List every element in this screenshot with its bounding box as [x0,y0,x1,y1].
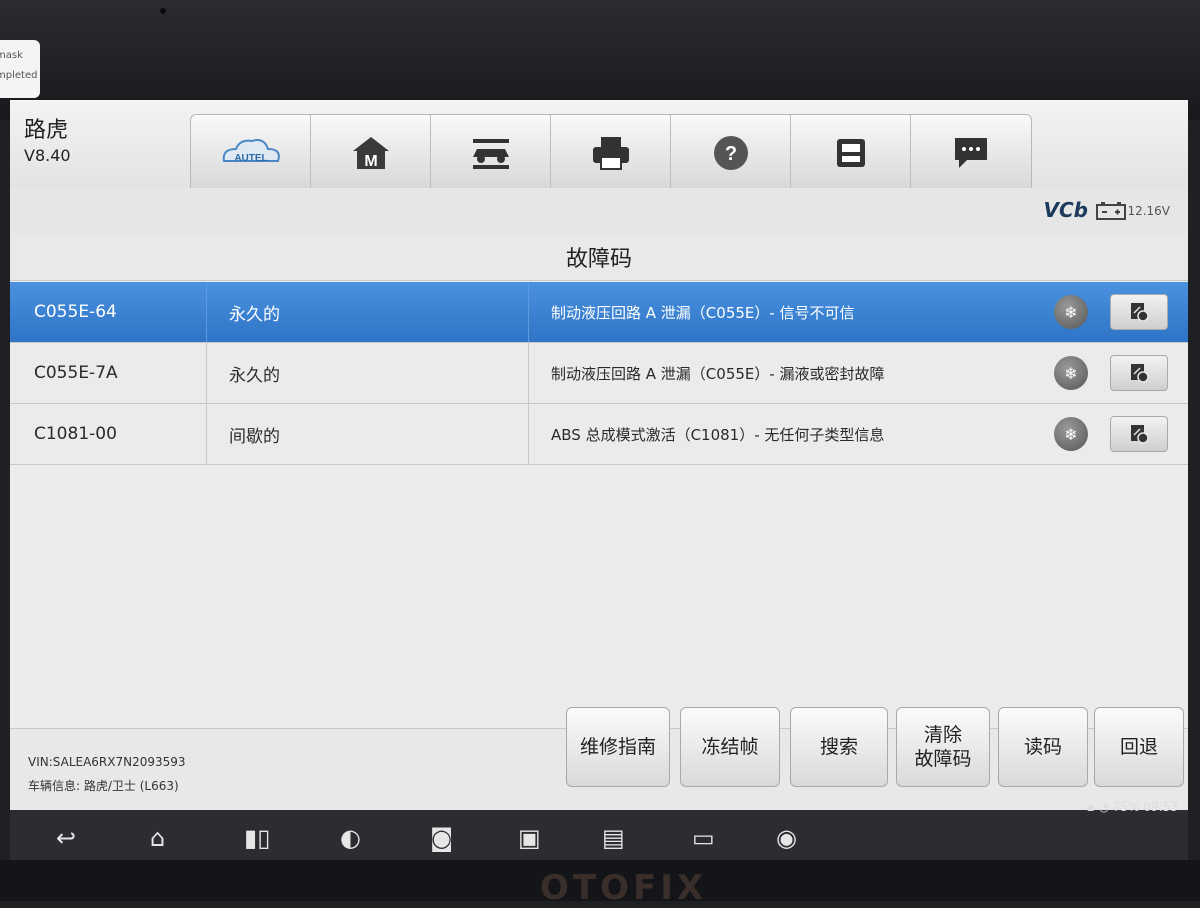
camera-dot [160,8,166,14]
freeze-frame-icon[interactable]: ❄ [1054,356,1088,390]
wrench-doc-icon [1131,303,1149,322]
battery-icon [1096,202,1126,220]
battery-voltage: 12.16V [1127,204,1170,218]
page-title-bar: 故障码 [10,234,1188,281]
home-button[interactable]: M [311,115,431,191]
android-nav-bar: ▪ ◔ 75% 09:53 ↩ ⌂ ▮▯ ◐ ◙ ▣ ▤ ▭ ◉ [10,800,1188,860]
user-icon[interactable]: ◉ [776,826,797,850]
search-button[interactable]: 搜索 [790,707,888,787]
print-icon [592,137,629,170]
clear-dtc-button[interactable]: 清除 故障码 [896,707,990,787]
battery-percent: 75% [1112,800,1140,814]
help-icon: ? [713,136,748,170]
app-version: V8.40 [24,146,71,165]
home-nav-icon[interactable]: ⌂ [150,826,165,850]
dtc-code: C1081-00 [34,424,117,444]
freeze-frame-icon[interactable]: ❄ [1054,295,1088,329]
dtc-table: C055E-64 永久的 制动液压回路 A 泄漏（C055E）- 信号不可信 ❄… [10,282,1188,465]
svg-text:AUTEL: AUTEL [234,153,267,164]
notification-icon: ▪ [1086,800,1095,814]
read-dtc-button[interactable]: 读码 [998,707,1088,787]
wrench-doc-icon [1131,364,1149,383]
camera-icon[interactable]: ◙ [430,826,453,850]
clear-dtc-label-line2: 故障码 [914,748,972,770]
vehicle-lift-button[interactable] [431,115,551,191]
dtc-description: 制动液压回路 A 泄漏（C055E）- 信号不可信 [528,282,1048,342]
recent-apps-icon[interactable]: ▮▯ [244,826,270,850]
diagnostic-tool-icon[interactable]: ▣ [518,826,541,850]
dtc-row[interactable]: C055E-7A 永久的 制动液压回路 A 泄漏（C055E）- 漏液或密封故障… [10,343,1188,404]
footer-bar: VIN:SALEA6RX7N2093593 车辆信息: 路虎/卫士 (L663)… [10,707,1188,811]
dtc-help-button[interactable] [1110,355,1168,391]
clear-dtc-label-line1: 清除 [923,724,962,746]
status-strip: VCb 12.16V [10,188,1188,235]
app-header: 路虎 V8.40 AUTEL M ? [10,100,1188,192]
dtc-status: 间歇的 [206,404,528,464]
vehicle-info-label: 车辆信息: 路虎/卫士 (L663) [28,779,179,793]
svg-text:M: M [364,153,377,170]
vci-status: VCb [1043,198,1088,222]
message-button[interactable] [911,115,1031,191]
dtc-status: 永久的 [206,343,528,403]
device-brand: OTOFIX [540,868,708,908]
toast-line-2: mpleted [0,70,38,81]
dtc-code: C055E-64 [34,302,117,322]
vehicle-icon[interactable]: ▭ [692,826,715,850]
back-button[interactable]: 回退 [1094,707,1184,787]
print-button[interactable] [551,115,671,191]
dtc-status: 永久的 [206,282,528,342]
back-nav-icon[interactable]: ↩ [56,826,76,850]
save-icon [836,139,865,167]
device-screen: 路虎 V8.40 AUTEL M ? VCb 12.16V 故障码 C055E-… [10,100,1188,860]
notification-toast[interactable]: mask mpleted [0,40,40,98]
message-icon [955,138,987,168]
system-status: ▪ ◔ 75% 09:53 [1087,800,1178,814]
home-m-icon: M [352,137,389,170]
dtc-help-button[interactable] [1110,416,1168,452]
refresh-icon[interactable]: ◐ [340,826,361,850]
dtc-code: C055E-7A [34,363,118,383]
vehicle-lift-icon [472,139,509,169]
toast-line-1: mask [0,50,23,61]
vin-label: VIN:SALEA6RX7N2093593 [28,755,186,769]
clock: 09:53 [1143,800,1178,814]
dtc-row[interactable]: C1081-00 间歇的 ABS 总成模式激活（C1081）- 无任何子类型信息… [10,404,1188,465]
wrench-doc-icon [1131,425,1149,444]
repair-guide-button[interactable]: 维修指南 [566,707,670,787]
autel-logo-icon: AUTEL [222,139,280,164]
svg-text:?: ? [724,143,736,165]
page-title: 故障码 [565,247,632,272]
app-name: 路虎 [24,118,69,143]
wifi-icon: ◔ [1098,800,1110,814]
dtc-description: 制动液压回路 A 泄漏（C055E）- 漏液或密封故障 [528,343,1048,403]
dtc-row[interactable]: C055E-64 永久的 制动液压回路 A 泄漏（C055E）- 信号不可信 ❄ [10,282,1188,343]
autel-home-button[interactable]: AUTEL [191,115,311,191]
freeze-frame-icon[interactable]: ❄ [1054,417,1088,451]
main-toolbar: AUTEL M ? [190,114,1032,192]
dtc-description: ABS 总成模式激活（C1081）- 无任何子类型信息 [528,404,1048,464]
freeze-frame-button[interactable]: 冻结帧 [680,707,780,787]
vci-icon[interactable]: ▤ [602,826,625,850]
help-button[interactable]: ? [671,115,791,191]
dtc-help-button[interactable] [1110,294,1168,330]
save-button[interactable] [791,115,911,191]
